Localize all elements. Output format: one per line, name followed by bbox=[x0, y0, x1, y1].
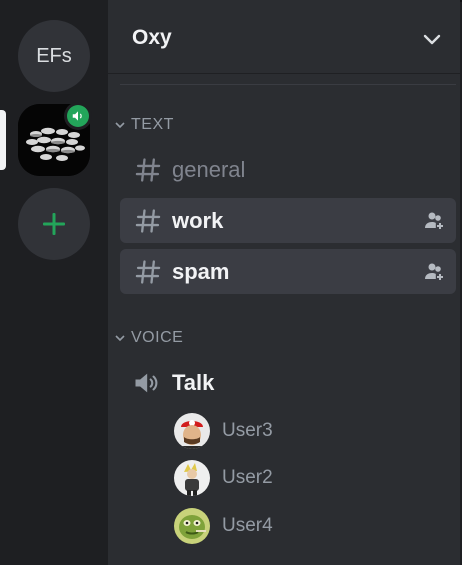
channel-general-label: general bbox=[172, 156, 246, 182]
add-member-icon[interactable] bbox=[422, 209, 446, 233]
hash-icon bbox=[135, 157, 161, 182]
avatar bbox=[174, 508, 210, 544]
chevron-down-icon bbox=[115, 335, 125, 342]
divider bbox=[120, 84, 456, 85]
avatar bbox=[174, 460, 210, 496]
hash-icon bbox=[135, 259, 161, 284]
add-server-button[interactable] bbox=[18, 188, 90, 260]
voice-user[interactable]: User4 bbox=[174, 506, 273, 546]
speaker-icon bbox=[135, 373, 158, 393]
category-voice-label: VOICE bbox=[131, 329, 184, 346]
server-efs-label: EFs bbox=[36, 44, 72, 67]
selected-server-indicator bbox=[0, 110, 6, 170]
voice-user-name: User2 bbox=[222, 467, 273, 488]
chevron-down-icon bbox=[115, 122, 125, 129]
plus-icon bbox=[43, 213, 65, 235]
hash-icon bbox=[135, 208, 161, 233]
voice-active-badge bbox=[64, 102, 92, 130]
speaker-icon bbox=[72, 111, 82, 121]
channel-general[interactable]: general bbox=[120, 147, 456, 192]
category-text[interactable]: TEXT bbox=[114, 116, 174, 134]
channel-spam-label: spam bbox=[172, 258, 230, 284]
add-member-icon[interactable] bbox=[422, 260, 446, 284]
voice-user[interactable]: User3 bbox=[174, 411, 273, 451]
channel-work-label: work bbox=[172, 207, 224, 233]
channel-spam[interactable]: spam bbox=[120, 249, 456, 294]
chevron-down-icon[interactable] bbox=[422, 30, 442, 50]
voice-channel-label: Talk bbox=[172, 370, 215, 395]
category-text-label: TEXT bbox=[131, 116, 174, 133]
server-header[interactable]: Oxy bbox=[108, 2, 460, 74]
voice-channel-talk[interactable]: Talk bbox=[132, 363, 214, 403]
server-efs[interactable]: EFs bbox=[18, 20, 90, 92]
voice-user-name: User4 bbox=[222, 515, 273, 536]
avatar bbox=[174, 413, 210, 449]
channel-panel: Oxy TEXT general work spam VOICE Talk Us… bbox=[108, 0, 460, 565]
voice-user-name: User3 bbox=[222, 420, 273, 441]
channel-work[interactable]: work bbox=[120, 198, 456, 243]
server-name: Oxy bbox=[132, 25, 172, 49]
voice-user[interactable]: User2 bbox=[174, 458, 273, 498]
category-voice[interactable]: VOICE bbox=[114, 329, 183, 347]
server-rail: EFs bbox=[0, 0, 108, 565]
